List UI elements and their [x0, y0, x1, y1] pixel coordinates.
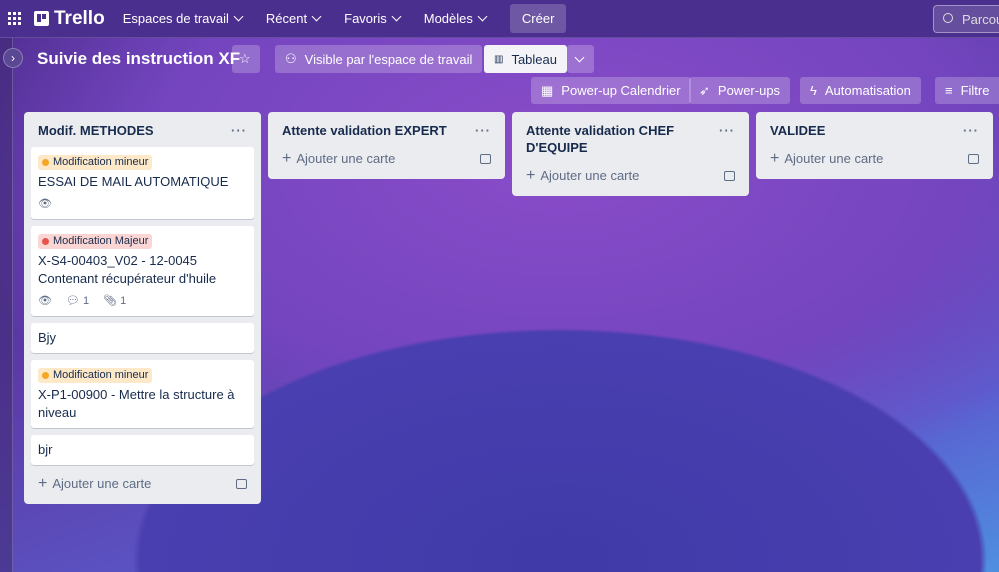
- trello-logo[interactable]: Trello: [34, 8, 105, 30]
- list-attente-chef: Attente validation CHEF D'EQUIPE ··· + Ajo…: [512, 112, 749, 196]
- nav-favorites[interactable]: Favoris: [344, 11, 402, 26]
- comment-badge: 💬︎ 1: [65, 295, 90, 307]
- card-label: Modification Majeur: [38, 234, 153, 249]
- list-title[interactable]: VALIDEE: [770, 122, 825, 139]
- list-validee: VALIDEE ··· + Ajouter une carte: [756, 112, 993, 179]
- add-card-button[interactable]: + Ajouter une carte: [31, 472, 254, 496]
- list-attente-expert: Attente validation EXPERT ··· + Ajouter un…: [268, 112, 505, 179]
- expand-sidebar-button[interactable]: ›: [3, 48, 23, 68]
- board-title[interactable]: Suivie des instruction XF: [37, 49, 240, 69]
- card-label: Modification mineur: [38, 368, 153, 383]
- chevron-down-icon: [477, 11, 488, 22]
- create-button[interactable]: Créer: [509, 4, 567, 33]
- card[interactable]: Modification mineur X-P1-00900 - Mettre …: [31, 360, 254, 428]
- card[interactable]: Modification Majeur X-S4-00403_V02 - 12-…: [31, 226, 254, 316]
- brand-text: Trello: [54, 7, 105, 29]
- list-menu-icon[interactable]: ···: [231, 122, 247, 139]
- chevron-down-icon: [311, 11, 322, 22]
- card-title: X-S4-00403_V02 - 12-0045 Contenant récup…: [38, 253, 217, 286]
- attachment-badge: 📎︎ 1: [103, 295, 127, 307]
- list-title[interactable]: Attente validation EXPERT: [282, 122, 447, 139]
- view-switcher-button[interactable]: [567, 45, 594, 73]
- calendar-powerup-button[interactable]: ▦ Power-up Calendrier: [531, 77, 691, 104]
- powerups-button[interactable]: ➶ Power-ups: [689, 77, 791, 104]
- card[interactable]: Bjy: [31, 323, 254, 353]
- card[interactable]: bjr: [31, 435, 254, 465]
- chevron-down-icon: [233, 11, 244, 22]
- list-menu-icon[interactable]: ···: [475, 122, 491, 139]
- visibility-button[interactable]: ⚇ Visible par l'espace de travail: [275, 45, 483, 73]
- board-icon: ▥: [494, 53, 504, 65]
- list-title[interactable]: Modif. METHODES: [38, 122, 154, 139]
- filter-button[interactable]: ≡ Filtre: [935, 77, 999, 104]
- nav-workspaces[interactable]: Espaces de travail: [123, 11, 244, 26]
- template-icon[interactable]: [724, 171, 735, 181]
- sidebar: [0, 38, 13, 572]
- list-modif-methodes: Modif. METHODES ··· Modification mineur E…: [24, 112, 261, 504]
- template-icon[interactable]: [480, 154, 491, 164]
- lightning-icon: ϟ: [810, 83, 817, 98]
- calendar-icon: ▦: [541, 82, 554, 98]
- star-button[interactable]: ☆: [232, 45, 260, 73]
- template-icon[interactable]: [968, 154, 979, 164]
- list-menu-icon[interactable]: ···: [719, 122, 735, 156]
- card-title: X-P1-00900 - Mettre la structure à nivea…: [38, 387, 235, 420]
- people-icon: ⚇: [285, 51, 297, 66]
- nav-recent[interactable]: Récent: [266, 11, 322, 26]
- card-title: ESSAI DE MAIL AUTOMATIQUE: [38, 174, 229, 189]
- card-title: Bjy: [38, 330, 57, 345]
- search-input[interactable]: Parcourir: [933, 5, 999, 33]
- top-bar: Trello Espaces de travail Récent Favoris…: [0, 0, 999, 38]
- eye-icon: 👁︎: [38, 295, 52, 307]
- add-card-button[interactable]: + Ajouter une carte: [519, 164, 742, 188]
- card-title: bjr: [38, 442, 53, 457]
- automation-button[interactable]: ϟ Automatisation: [800, 77, 921, 104]
- view-board-button[interactable]: ▥ Tableau: [484, 45, 567, 73]
- apps-grid-icon[interactable]: [8, 11, 22, 26]
- card[interactable]: Modification mineur ESSAI DE MAIL AUTOMA…: [31, 147, 254, 219]
- nav-templates[interactable]: Modèles: [424, 11, 488, 26]
- list-title[interactable]: Attente validation CHEF D'EQUIPE: [526, 122, 676, 156]
- add-card-button[interactable]: + Ajouter une carte: [275, 147, 498, 171]
- card-label: Modification mineur: [38, 155, 153, 170]
- template-icon[interactable]: [236, 479, 247, 489]
- eye-icon: 👁︎: [38, 198, 52, 210]
- list-menu-icon[interactable]: ···: [963, 122, 979, 139]
- chevron-down-icon: [391, 11, 402, 22]
- filter-icon: ≡: [945, 83, 953, 98]
- add-card-button[interactable]: + Ajouter une carte: [763, 147, 986, 171]
- rocket-icon: ➶: [699, 82, 710, 98]
